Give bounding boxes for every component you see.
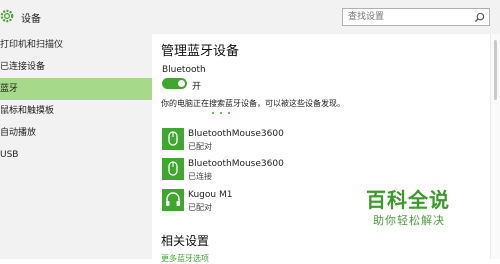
sidebar-item-label: USB xyxy=(0,150,19,160)
device-item[interactable]: BluetoothMouse3600 已配对 xyxy=(162,128,402,154)
progress-dot xyxy=(212,112,214,114)
device-status: 已配对 xyxy=(188,142,212,151)
sidebar-item-label: 自动播放 xyxy=(0,128,37,138)
device-name: Kugou M1 xyxy=(188,190,233,200)
search-input[interactable] xyxy=(348,11,468,23)
page-title: 管理蓝牙设备 xyxy=(161,44,240,59)
sidebar-item-label: 打印机和扫描仪 xyxy=(0,40,64,50)
search-box[interactable] xyxy=(342,8,490,26)
sidebar: 打印机和扫描仪 已连接设备 蓝牙 鼠标和触摸板 自动播放 USB xyxy=(0,34,152,259)
searching-progress-dots xyxy=(212,112,272,118)
sidebar-item-connected-devices[interactable]: 已连接设备 xyxy=(0,56,152,78)
sidebar-item-usb[interactable]: USB xyxy=(0,144,152,166)
device-status: 已配对 xyxy=(188,203,212,212)
device-item[interactable]: BluetoothMouse3600 已连接 xyxy=(162,158,402,184)
bluetooth-toggle[interactable] xyxy=(162,78,187,89)
mouse-icon xyxy=(162,158,184,180)
device-name: BluetoothMouse3600 xyxy=(188,159,284,169)
sidebar-item-autoplay[interactable]: 自动播放 xyxy=(0,122,152,144)
device-status: 已连接 xyxy=(188,172,212,181)
discovery-info-text: 你的电脑正在搜索蓝牙设备，可以被这些设备发现。 xyxy=(161,99,345,108)
sidebar-item-printers-scanners[interactable]: 打印机和扫描仪 xyxy=(0,34,152,56)
gear-icon xyxy=(0,9,14,23)
app-title: 设备 xyxy=(21,14,41,25)
toggle-state-label: 开 xyxy=(192,82,202,92)
mouse-icon xyxy=(162,128,184,150)
sidebar-item-label: 蓝牙 xyxy=(0,84,19,94)
search-icon[interactable] xyxy=(474,12,485,23)
scrollbar-thumb[interactable] xyxy=(494,40,497,100)
headphones-icon xyxy=(162,189,184,211)
device-name: BluetoothMouse3600 xyxy=(188,129,284,139)
watermark-title: 百科全说 xyxy=(366,188,450,212)
progress-dot xyxy=(220,112,222,114)
toggle-knob xyxy=(178,80,185,87)
title-bar: 设备 xyxy=(0,0,500,34)
related-settings-heading: 相关设置 xyxy=(161,234,210,248)
progress-dot xyxy=(228,112,230,114)
scrollbar[interactable] xyxy=(490,34,500,259)
sidebar-item-bluetooth[interactable]: 蓝牙 xyxy=(0,78,152,100)
watermark-logo: 百科全说 助你轻松解决 xyxy=(366,184,484,232)
sidebar-item-label: 鼠标和触摸板 xyxy=(0,106,55,116)
sidebar-item-mouse-touchpad[interactable]: 鼠标和触摸板 xyxy=(0,100,152,122)
watermark-subtitle: 助你轻松解决 xyxy=(373,214,445,227)
bluetooth-label: Bluetooth xyxy=(162,65,206,75)
sidebar-item-label: 已连接设备 xyxy=(0,62,46,72)
